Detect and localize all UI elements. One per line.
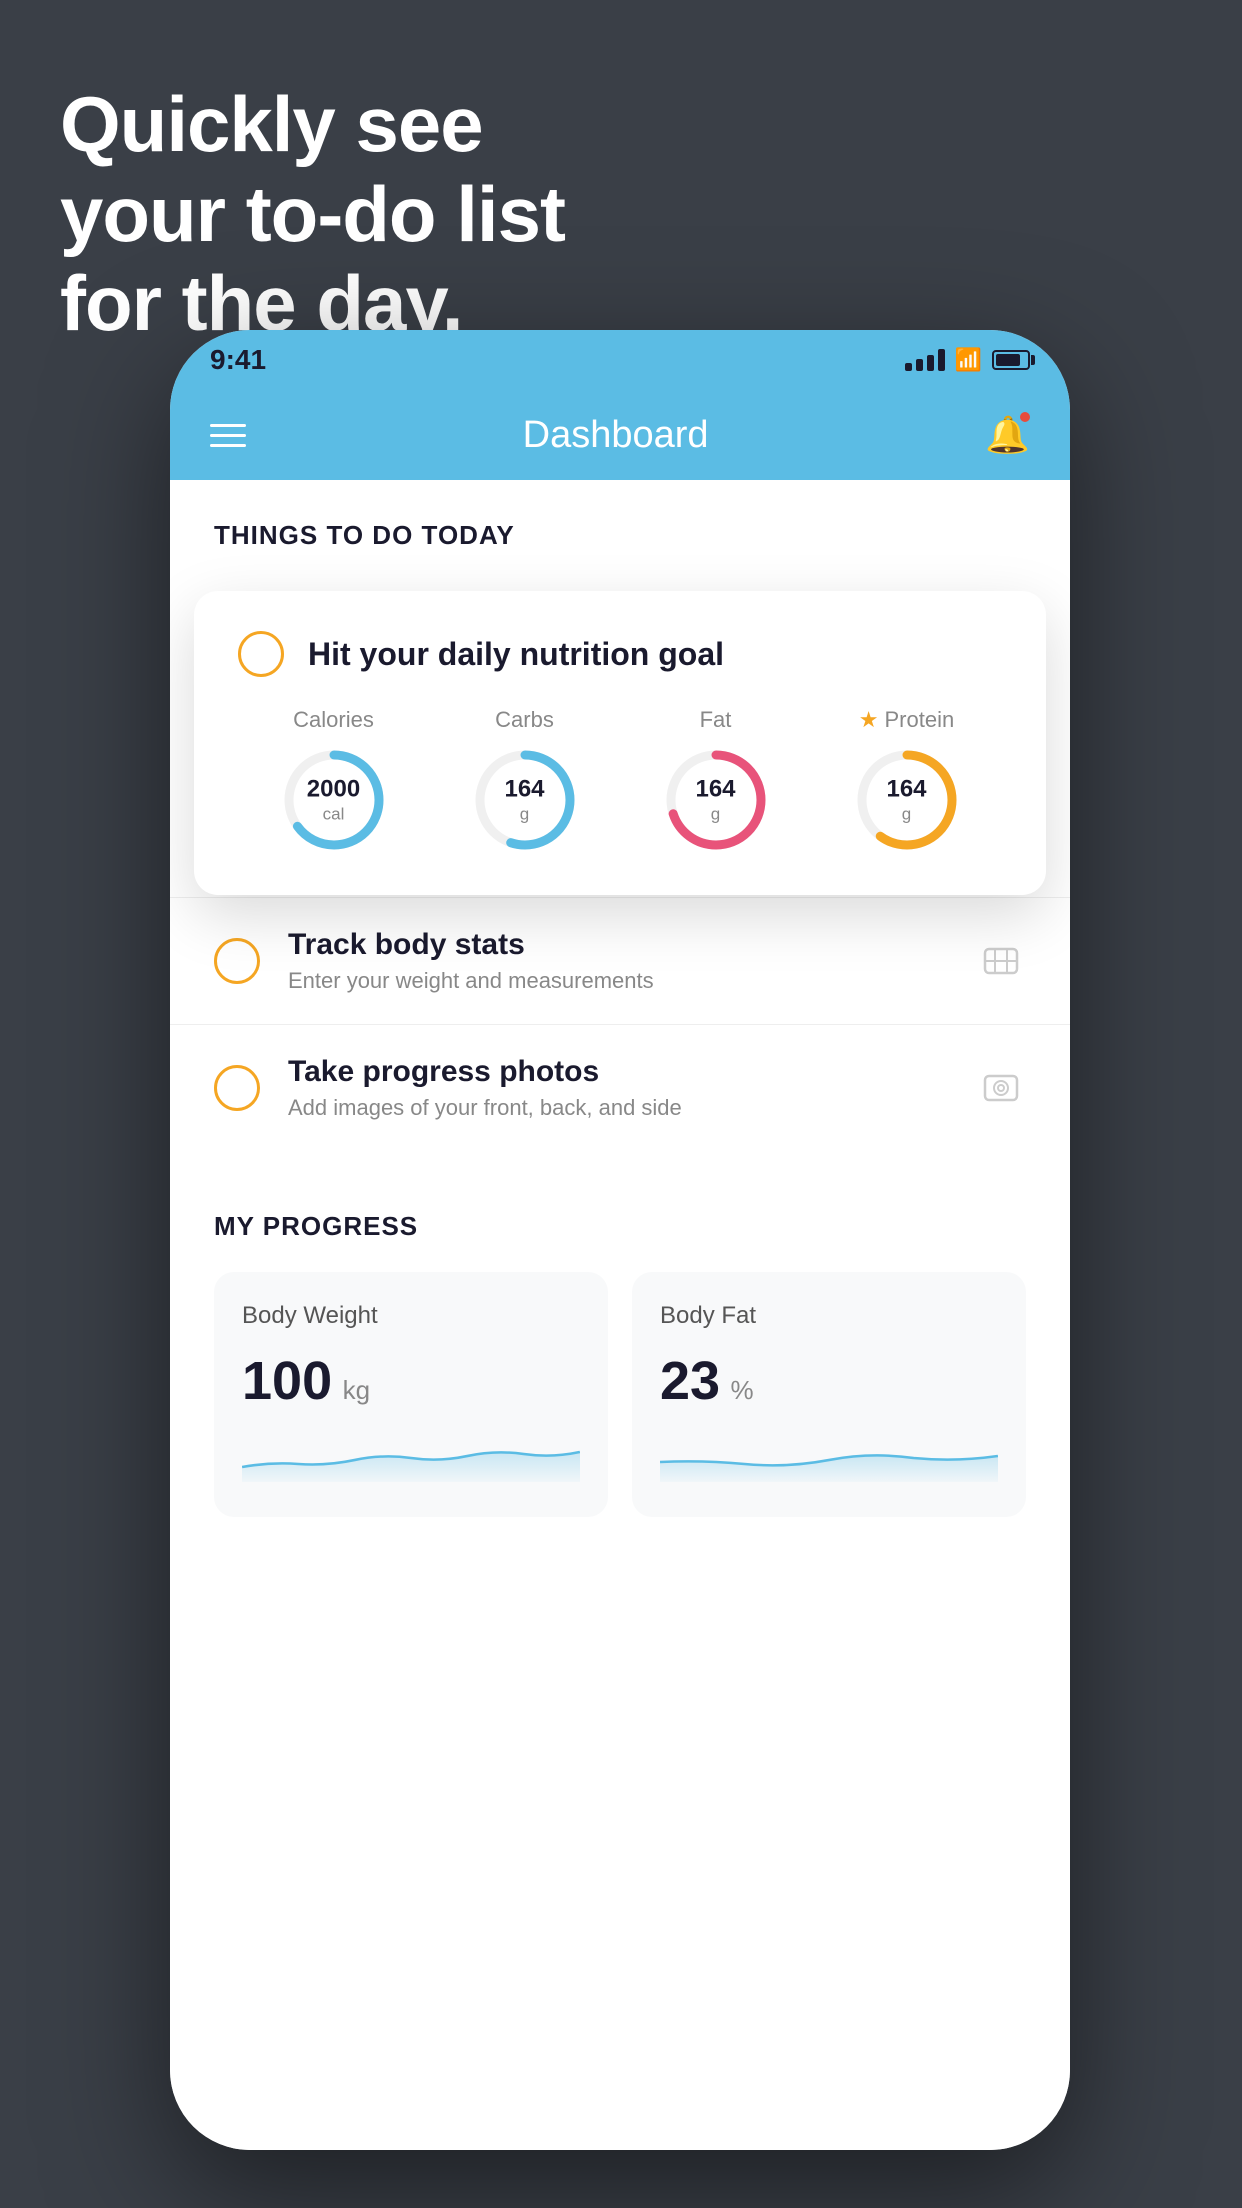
body-fat-label: Body Fat (660, 1302, 998, 1330)
status-icons: 📶 (905, 347, 1030, 373)
nutrition-check-circle[interactable] (238, 631, 284, 677)
fat-item: Fat 164 g (661, 707, 771, 855)
body-stats-subtitle: Enter your weight and measurements (288, 968, 948, 994)
calories-item: Calories 2000 cal (279, 707, 389, 855)
fat-value: 164 (695, 775, 735, 804)
progress-cards: Body Weight 100 kg (214, 1272, 1026, 1517)
body-stats-check-circle[interactable] (214, 938, 260, 984)
todo-item-photos[interactable]: Take progress photos Add images of your … (170, 1024, 1070, 1151)
battery-icon (992, 350, 1030, 370)
nutrition-card-title: Hit your daily nutrition goal (308, 636, 724, 673)
fat-chart: 164 g (661, 745, 771, 855)
body-fat-unit: % (731, 1375, 754, 1405)
calories-value: 2000 (307, 775, 360, 804)
hamburger-menu[interactable] (210, 424, 246, 447)
calories-chart: 2000 cal (279, 745, 389, 855)
carbs-chart: 164 g (470, 745, 580, 855)
calories-unit: cal (307, 804, 360, 824)
photos-subtitle: Add images of your front, back, and side (288, 1095, 948, 1121)
main-content: THINGS TO DO TODAY Hit your daily nutrit… (170, 480, 1070, 2150)
body-weight-unit: kg (343, 1375, 370, 1405)
calories-label: Calories (293, 707, 374, 733)
photos-check-circle[interactable] (214, 1065, 260, 1111)
notification-bell[interactable]: 🔔 (985, 414, 1030, 456)
body-weight-value: 100 (242, 1351, 332, 1411)
todo-item-body-stats[interactable]: Track body stats Enter your weight and m… (170, 897, 1070, 1024)
body-weight-label: Body Weight (242, 1302, 580, 1330)
header-title: Dashboard (523, 414, 709, 457)
carbs-unit: g (504, 804, 544, 824)
nutrition-row: Calories 2000 cal (238, 707, 1002, 855)
status-bar: 9:41 📶 (170, 330, 1070, 390)
protein-star-icon: ★ (859, 707, 879, 733)
carbs-item: Carbs 164 g (470, 707, 580, 855)
nutrition-card: Hit your daily nutrition goal Calories (194, 591, 1046, 895)
protein-chart: 164 g (852, 745, 962, 855)
app-header: Dashboard 🔔 (170, 390, 1070, 480)
photos-info: Take progress photos Add images of your … (288, 1055, 948, 1121)
wifi-icon: 📶 (955, 347, 982, 373)
body-fat-value: 23 (660, 1351, 720, 1411)
protein-value: 164 (886, 775, 926, 804)
protein-item: ★ Protein 164 g (852, 707, 962, 855)
fat-label: Fat (700, 707, 732, 733)
today-section-header: THINGS TO DO TODAY (170, 480, 1070, 571)
photos-title: Take progress photos (288, 1055, 948, 1089)
body-weight-sparkline (242, 1432, 580, 1487)
body-weight-card[interactable]: Body Weight 100 kg (214, 1272, 608, 1517)
nutrition-card-header: Hit your daily nutrition goal (238, 631, 1002, 677)
protein-unit: g (886, 804, 926, 824)
hero-text: Quickly see your to-do list for the day. (60, 80, 565, 349)
body-stats-title: Track body stats (288, 928, 948, 962)
status-time: 9:41 (210, 344, 266, 376)
body-stats-info: Track body stats Enter your weight and m… (288, 928, 948, 994)
body-fat-card[interactable]: Body Fat 23 % (632, 1272, 1026, 1517)
carbs-label: Carbs (495, 707, 554, 733)
body-fat-sparkline (660, 1432, 998, 1487)
signal-icon (905, 349, 945, 371)
carbs-value: 164 (504, 775, 544, 804)
protein-label: ★ Protein (859, 707, 954, 733)
progress-section-heading: MY PROGRESS (214, 1211, 1026, 1242)
body-stats-icon (976, 936, 1026, 986)
phone-frame: 9:41 📶 Dashboard 🔔 THINGS TO DO TODAY (170, 330, 1070, 2150)
fat-unit: g (695, 804, 735, 824)
photos-icon (976, 1063, 1026, 1113)
progress-section: MY PROGRESS Body Weight 100 kg (170, 1171, 1070, 1557)
notification-dot (1018, 410, 1032, 424)
